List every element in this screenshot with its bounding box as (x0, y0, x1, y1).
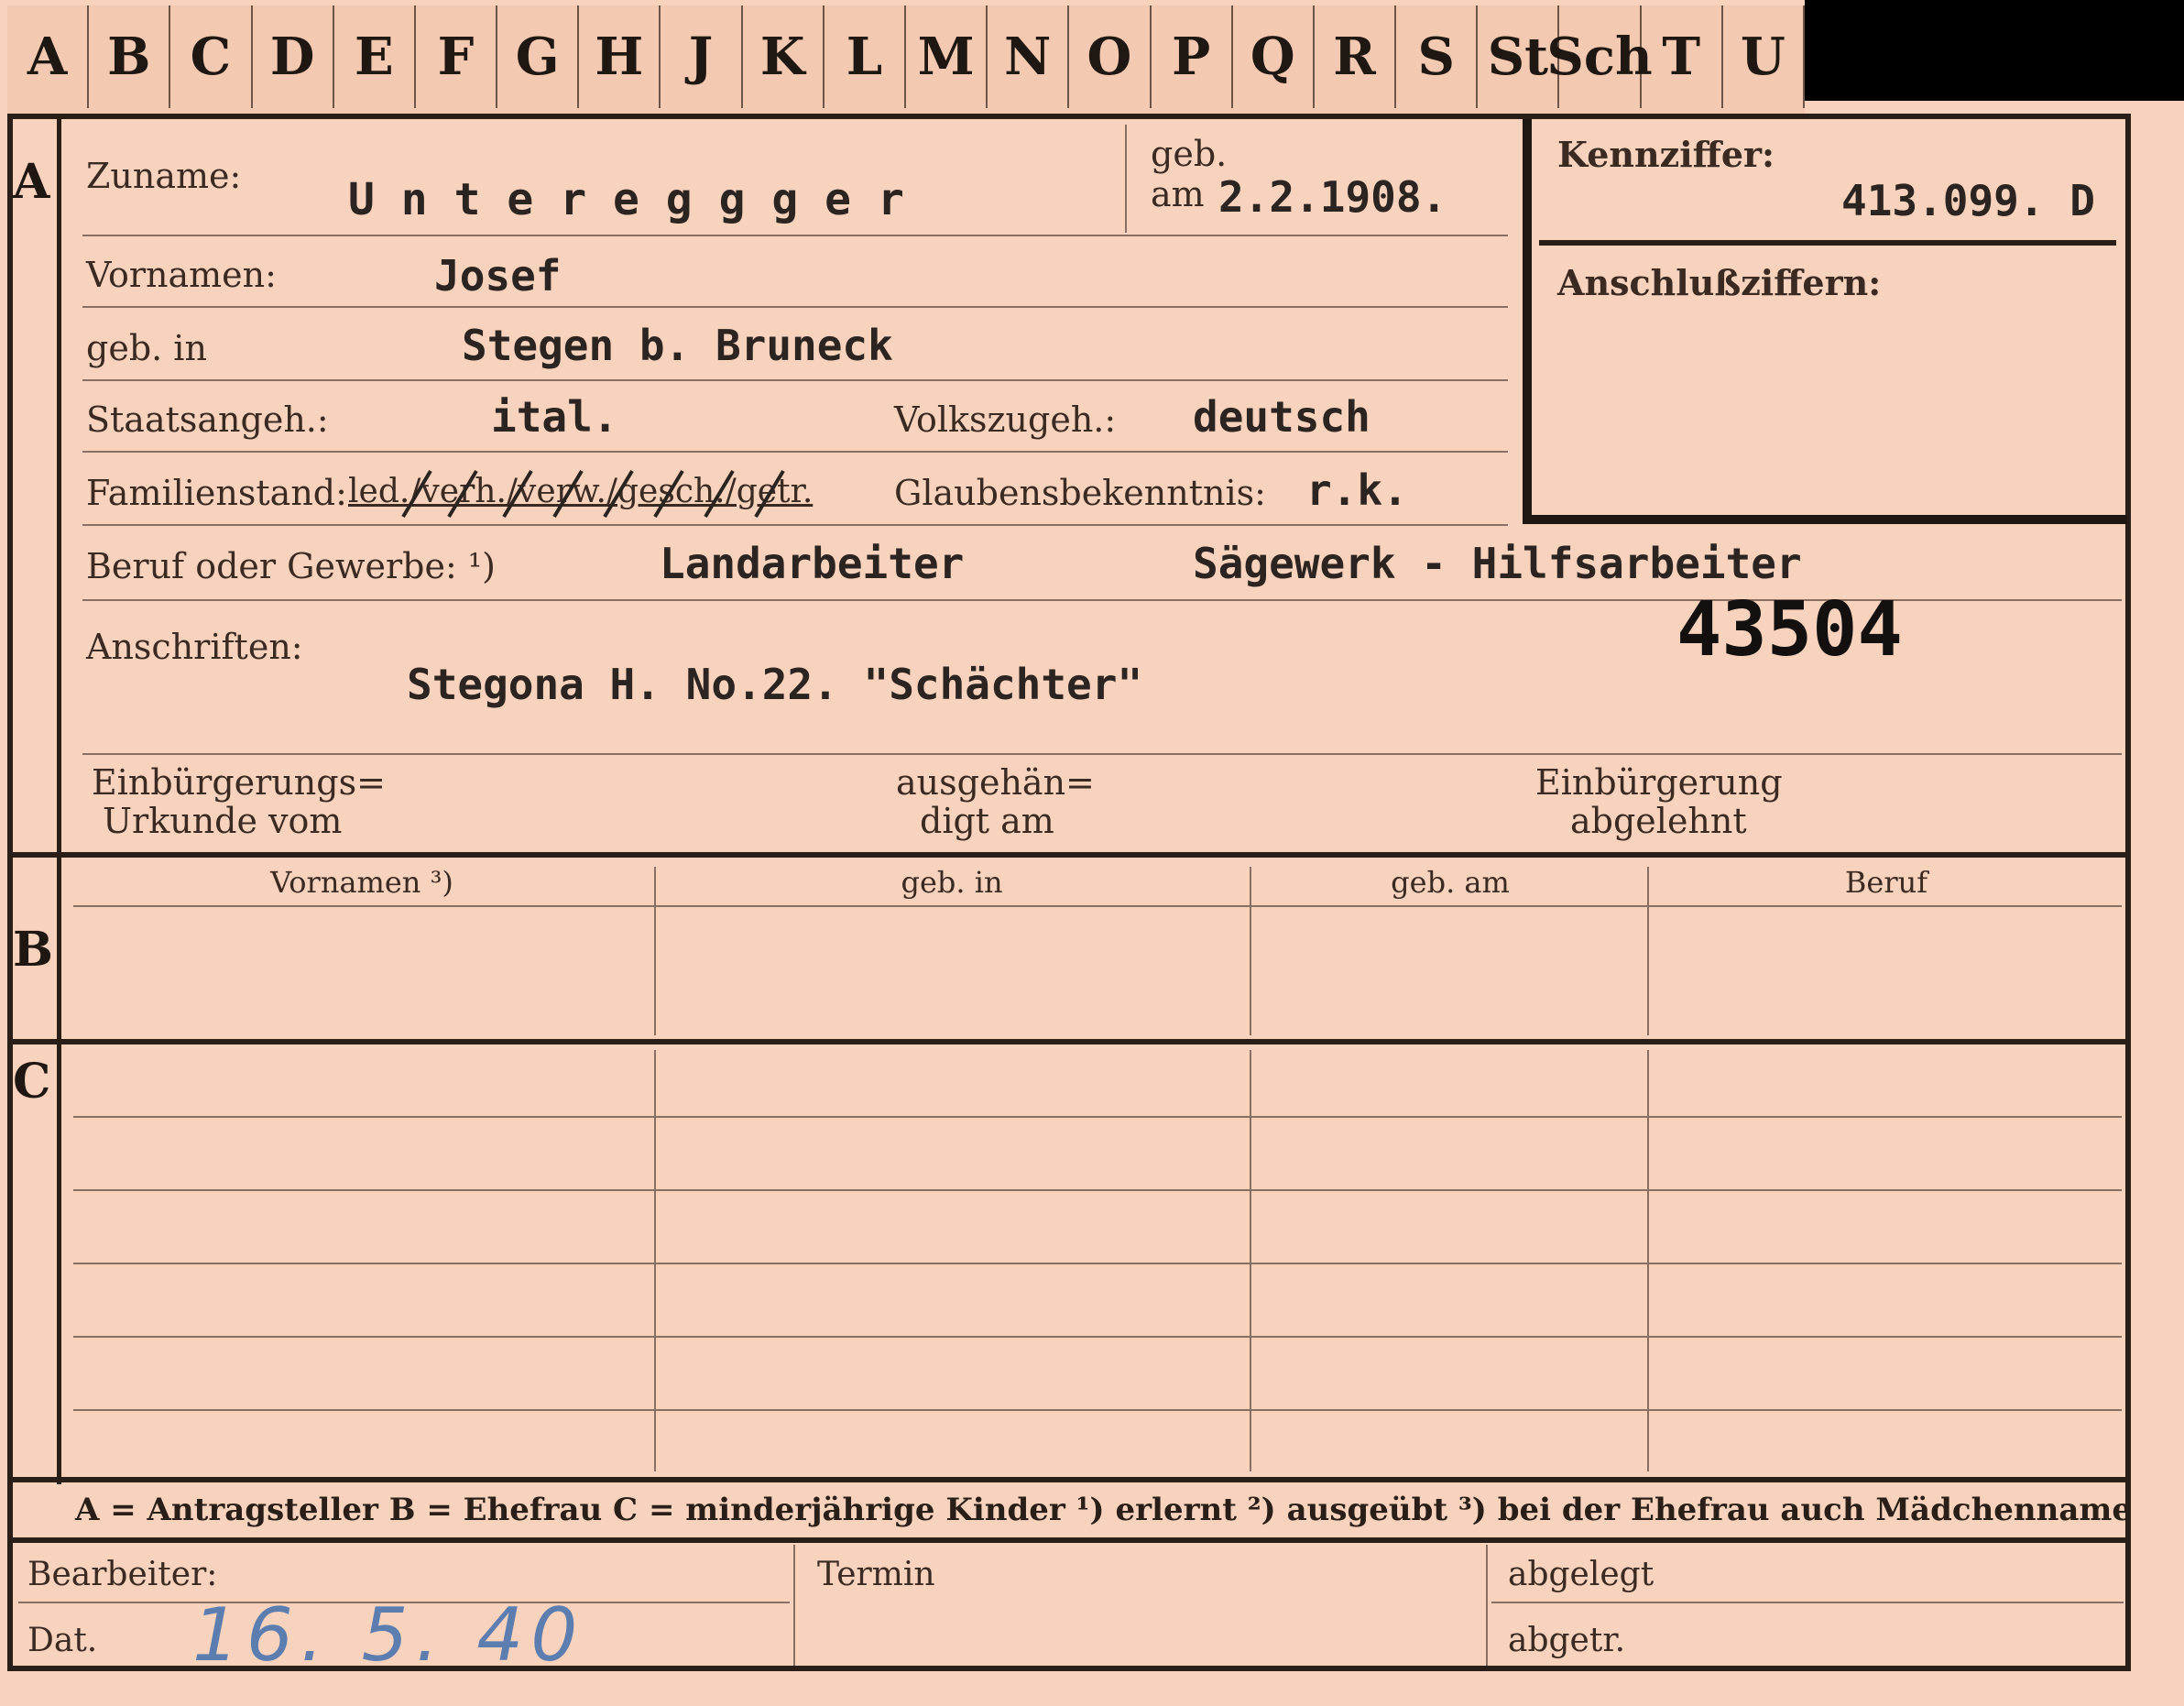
alphabet-tab-sch[interactable]: Sch (1546, 5, 1653, 108)
alphabet-tab-m[interactable]: M (906, 5, 988, 108)
alphabet-tab-d[interactable]: D (253, 5, 334, 108)
section-c-left-rule (57, 1044, 61, 1484)
alphabet-tab-k[interactable]: K (743, 5, 824, 108)
ausgehaendigt-label-1: ausgehän= (896, 762, 1095, 803)
colhead-vornamen: Vornamen ³) (270, 865, 453, 900)
colhead-beruf: Beruf (1844, 865, 1928, 900)
c-row-rule-3 (73, 1263, 2122, 1264)
c-row-rule-1 (73, 1116, 2122, 1118)
ausgehaendigt-label-2: digt am (920, 801, 1054, 841)
c-col-divider-1 (654, 1050, 656, 1471)
separator-legend-footer (13, 1537, 2125, 1543)
kennziffer-value: 413.099. D (1841, 176, 2095, 225)
born-label-am: am (1151, 174, 1205, 214)
separator-c-legend (13, 1477, 2125, 1482)
rule-gebin (82, 379, 1508, 381)
legend-text: A = Antragsteller B = Ehefrau C = minder… (75, 1492, 2132, 1528)
vornamen-value: Josef (434, 251, 562, 301)
rule-vornamen (82, 306, 1508, 308)
section-c-letter: C (13, 1054, 51, 1110)
b-col-divider-1 (654, 867, 656, 1035)
glauben-value: r.k. (1306, 465, 1408, 515)
familien-strikethrough-marks (401, 469, 785, 519)
section-b-left-rule (57, 858, 61, 1041)
kennziffer-label: Kennziffer: (1557, 134, 1775, 175)
volks-value: deutsch (1193, 392, 1370, 442)
alphabet-tab-l[interactable]: L (824, 5, 906, 108)
born-date-value: 2.2.1908. (1218, 172, 1447, 222)
familien-label: Familienstand: (86, 473, 347, 513)
footer-divider-2 (1486, 1545, 1488, 1666)
rule-abgelegt (1491, 1602, 2124, 1603)
alphabet-tab-e[interactable]: E (334, 5, 416, 108)
anschriften-value: Stegona H. No.22. "Schächter" (407, 660, 1143, 709)
anschriften-label: Anschriften: (86, 627, 303, 667)
gebin-label: geb. in (86, 328, 207, 368)
scan-background-corner (1805, 0, 2184, 101)
beruf-value-primary: Landarbeiter (660, 539, 965, 588)
rule-anschriften (82, 753, 2122, 755)
rule-familien (82, 524, 1508, 526)
separator-b-c (13, 1039, 2125, 1044)
abgetr-label: abgetr. (1508, 1622, 1626, 1659)
c-col-divider-2 (1250, 1050, 1251, 1471)
colhead-gebin: geb. in (901, 865, 1003, 900)
kennziffer-rule (1539, 240, 2116, 246)
glauben-label: Glaubensbekenntnis: (894, 473, 1266, 513)
dat-handwritten-value: 16. 5. 40 (192, 1592, 585, 1678)
b-col-divider-3 (1647, 867, 1649, 1035)
c-col-divider-3 (1647, 1050, 1649, 1471)
rule-b-header (73, 905, 2122, 907)
alphabet-tab-u[interactable]: U (1723, 5, 1805, 108)
abgelehnt-label-1: Einbürgerung (1535, 762, 1783, 803)
alphabet-tab-q[interactable]: Q (1233, 5, 1315, 108)
alphabet-tab-r[interactable]: R (1315, 5, 1397, 108)
alphabet-tab-s[interactable]: S (1396, 5, 1479, 108)
rule-staats (82, 451, 1508, 453)
alphabet-tab-c[interactable]: C (170, 5, 253, 108)
section-a-letter: A (13, 154, 50, 210)
c-row-rule-2 (73, 1189, 2122, 1191)
born-divider (1125, 125, 1127, 233)
rule-surname (82, 235, 1508, 236)
bearbeiter-label: Bearbeiter: (27, 1556, 218, 1593)
alphabet-tab-j[interactable]: J (661, 5, 743, 108)
staats-label: Staatsangeh.: (86, 399, 329, 440)
beruf-value-secondary: Sägewerk - Hilfsarbeiter (1193, 539, 1802, 588)
alphabet-tab-n[interactable]: N (988, 5, 1070, 108)
alphabet-tab-a[interactable]: A (7, 5, 90, 108)
gebin-value: Stegen b. Bruneck (462, 321, 893, 370)
c-row-rule-4 (73, 1336, 2122, 1338)
c-row-rule-5 (73, 1409, 2122, 1411)
alphabet-tab-g[interactable]: G (497, 5, 580, 108)
separator-a-b (13, 852, 2125, 858)
alphabet-tab-h[interactable]: H (579, 5, 661, 108)
termin-label: Termin (817, 1556, 935, 1593)
footer-divider-1 (793, 1545, 795, 1666)
alphabet-tab-strip: A B C D E F G H J K L M N O P Q R S St Sch T U (7, 5, 1805, 116)
alphabet-tab-o[interactable]: O (1069, 5, 1152, 108)
stamp-number: 43504 (1676, 586, 1903, 673)
alphabet-tab-t[interactable]: T (1642, 5, 1723, 108)
dat-label: Dat. (27, 1622, 98, 1659)
abgelegt-label: abgelegt (1508, 1556, 1654, 1593)
vornamen-label: Vornamen: (86, 255, 277, 295)
abgelehnt-label-2: abgelehnt (1570, 801, 1747, 841)
anschluss-label: Anschlußziffern: (1557, 262, 1882, 303)
einb-urkunde-label-2: Urkunde vom (103, 801, 343, 841)
staats-value: ital. (491, 392, 618, 442)
beruf-label: Beruf oder Gewerbe: ¹) (86, 546, 496, 586)
alphabet-tab-b[interactable]: B (89, 5, 171, 108)
surname-label: Zuname: (86, 156, 242, 196)
colhead-gebam: geb. am (1391, 865, 1510, 900)
surname-value: U n t e r e g g g e r (348, 174, 904, 225)
b-col-divider-2 (1250, 867, 1251, 1035)
section-b-letter: B (13, 922, 53, 978)
alphabet-tab-f[interactable]: F (416, 5, 498, 108)
alphabet-tab-p[interactable]: P (1152, 5, 1233, 108)
born-label-geb: geb. (1151, 134, 1228, 174)
volks-label: Volkszugeh.: (894, 399, 1117, 440)
section-a-left-rule (57, 119, 61, 852)
einb-urkunde-label-1: Einbürgerungs= (92, 762, 386, 803)
